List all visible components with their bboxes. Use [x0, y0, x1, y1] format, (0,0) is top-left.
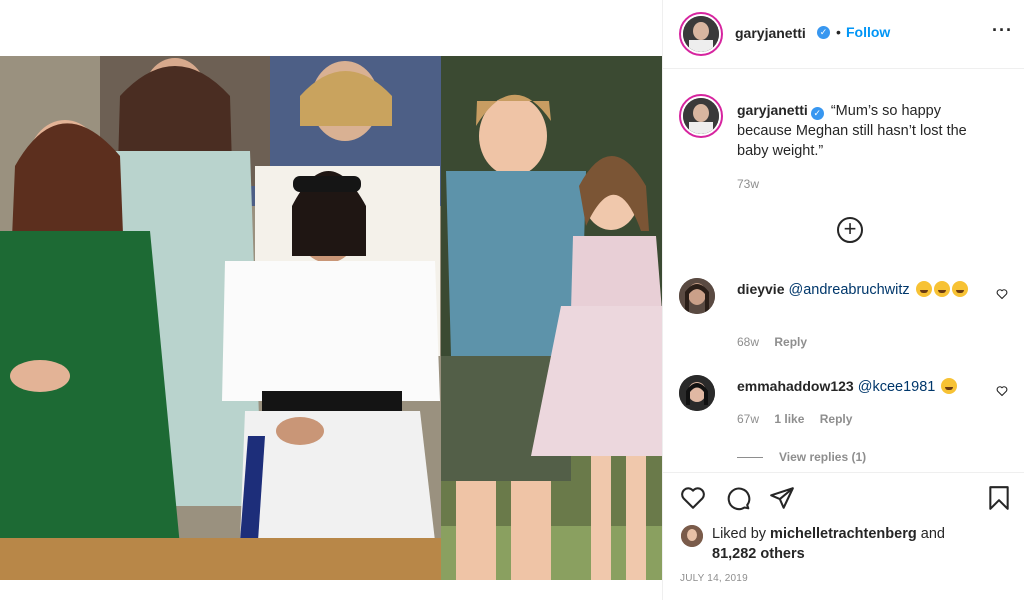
share-icon[interactable]: [769, 485, 795, 511]
laughing-emoji-icon: [941, 378, 958, 394]
liked-by-text: Liked by michelletrachtenberg and 81,282…: [712, 524, 1002, 564]
comment-like-icon[interactable]: [996, 385, 1008, 397]
laughing-emoji-icon: [951, 281, 968, 297]
post-caption: garyjanetti ✓ “Mum’s so happy because Meg…: [737, 100, 997, 161]
comment-username[interactable]: dieyvie: [737, 281, 784, 297]
comment-username[interactable]: emmahaddow123: [737, 378, 854, 394]
caption-timestamp[interactable]: 73w: [737, 177, 759, 191]
laughing-emoji-icon: [933, 281, 950, 297]
verified-badge-icon: ✓: [810, 107, 824, 120]
photo-royals-at-stands: [0, 56, 441, 580]
comment-icon[interactable]: [725, 485, 751, 511]
post-header: garyjanetti ✓ • Follow ···: [663, 0, 1024, 69]
comment-mention[interactable]: @andreabruchwitz: [789, 282, 910, 298]
caption-avatar[interactable]: [683, 98, 719, 134]
laughing-emoji-icon: [915, 281, 932, 297]
liked-by-username[interactable]: michelletrachtenberg: [770, 526, 917, 542]
separator-dot: •: [836, 24, 841, 40]
comment-meta: 67w 1 like Reply: [737, 412, 864, 426]
more-options-icon[interactable]: ···: [992, 20, 1013, 41]
caption-username[interactable]: garyjanetti: [737, 102, 808, 118]
reply-button[interactable]: Reply: [774, 335, 807, 349]
post-side-panel: garyjanetti ✓ • Follow ··· garyjanetti ✓ …: [662, 0, 1024, 600]
comment: emmahaddow123 @kcee1981: [737, 376, 981, 398]
view-replies-label: View replies (1): [779, 450, 867, 464]
comment-like-count[interactable]: 1 like: [774, 412, 804, 426]
post-author-username[interactable]: garyjanetti: [735, 25, 806, 41]
post-media[interactable]: [0, 0, 662, 600]
likes-count[interactable]: 81,282 others: [712, 546, 805, 562]
heart-icon[interactable]: [680, 485, 706, 511]
post-date[interactable]: JULY 14, 2019: [680, 573, 748, 584]
verified-badge-icon: ✓: [817, 26, 830, 39]
comment: dieyvie @andreabruchwitz: [737, 279, 981, 301]
comment-avatar[interactable]: [679, 375, 715, 411]
comment-timestamp[interactable]: 67w: [737, 412, 759, 426]
comment-meta: 68w Reply: [737, 335, 819, 349]
liked-by-prefix: Liked by: [712, 526, 767, 542]
comment-timestamp[interactable]: 68w: [737, 335, 759, 349]
avatar[interactable]: [683, 16, 719, 52]
comment-like-icon[interactable]: [996, 288, 1008, 300]
follow-button[interactable]: Follow: [846, 24, 890, 40]
liked-by-avatar[interactable]: [681, 525, 703, 547]
liked-by-and: and: [920, 526, 945, 542]
view-replies-button[interactable]: View replies (1): [737, 450, 866, 464]
comment-mention[interactable]: @kcee1981: [858, 379, 936, 395]
load-more-comments-icon[interactable]: +: [837, 217, 863, 243]
bookmark-icon[interactable]: [986, 485, 1012, 511]
post-actions-bar: Liked by michelletrachtenberg and 81,282…: [663, 472, 1024, 601]
comment-avatar[interactable]: [679, 278, 715, 314]
reply-button[interactable]: Reply: [820, 412, 853, 426]
photo-children: [441, 56, 662, 580]
